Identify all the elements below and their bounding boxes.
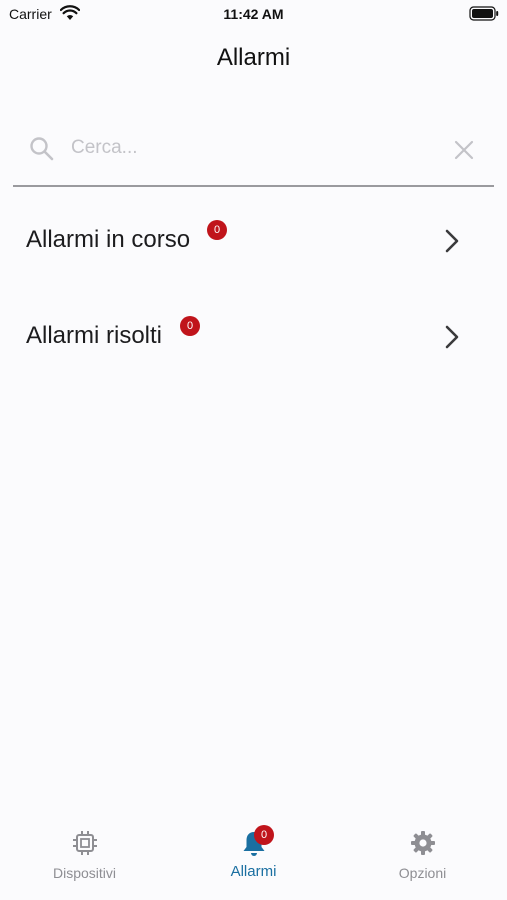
- status-time: 11:42 AM: [223, 6, 284, 22]
- clear-icon[interactable]: [454, 140, 474, 165]
- chip-icon: [72, 830, 98, 861]
- tab-opzioni[interactable]: Opzioni: [338, 816, 507, 900]
- page-title: Allarmi: [216, 44, 291, 71]
- tab-dispositivi[interactable]: Dispositivi: [0, 816, 169, 900]
- battery-icon: [469, 6, 499, 26]
- search-input[interactable]: [71, 134, 441, 162]
- tab-badge: 0: [254, 825, 274, 845]
- tab-bar: Dispositivi 0 Allarmi Opzioni: [0, 816, 507, 900]
- count-badge: 0: [207, 220, 227, 240]
- tab-allarmi[interactable]: 0 Allarmi: [169, 816, 338, 900]
- status-bar: Carrier 11:42 AM: [0, 0, 507, 30]
- gear-icon: [410, 830, 436, 861]
- list-item-allarmi-in-corso[interactable]: Allarmi in corso 0: [0, 200, 507, 280]
- list-item-allarmi-risolti[interactable]: Allarmi risolti 0: [0, 296, 507, 376]
- chevron-right-icon: [442, 324, 462, 355]
- count-badge: 0: [180, 316, 200, 336]
- tab-label: Dispositivi: [52, 865, 116, 881]
- list-item-label: Allarmi in corso: [26, 226, 191, 253]
- search-icon: [29, 136, 55, 167]
- chevron-right-icon: [442, 228, 462, 259]
- tab-label: Opzioni: [398, 865, 447, 881]
- tab-label: Allarmi: [230, 863, 277, 880]
- list-item-label: Allarmi risolti: [26, 322, 163, 349]
- search-bar: [13, 126, 494, 187]
